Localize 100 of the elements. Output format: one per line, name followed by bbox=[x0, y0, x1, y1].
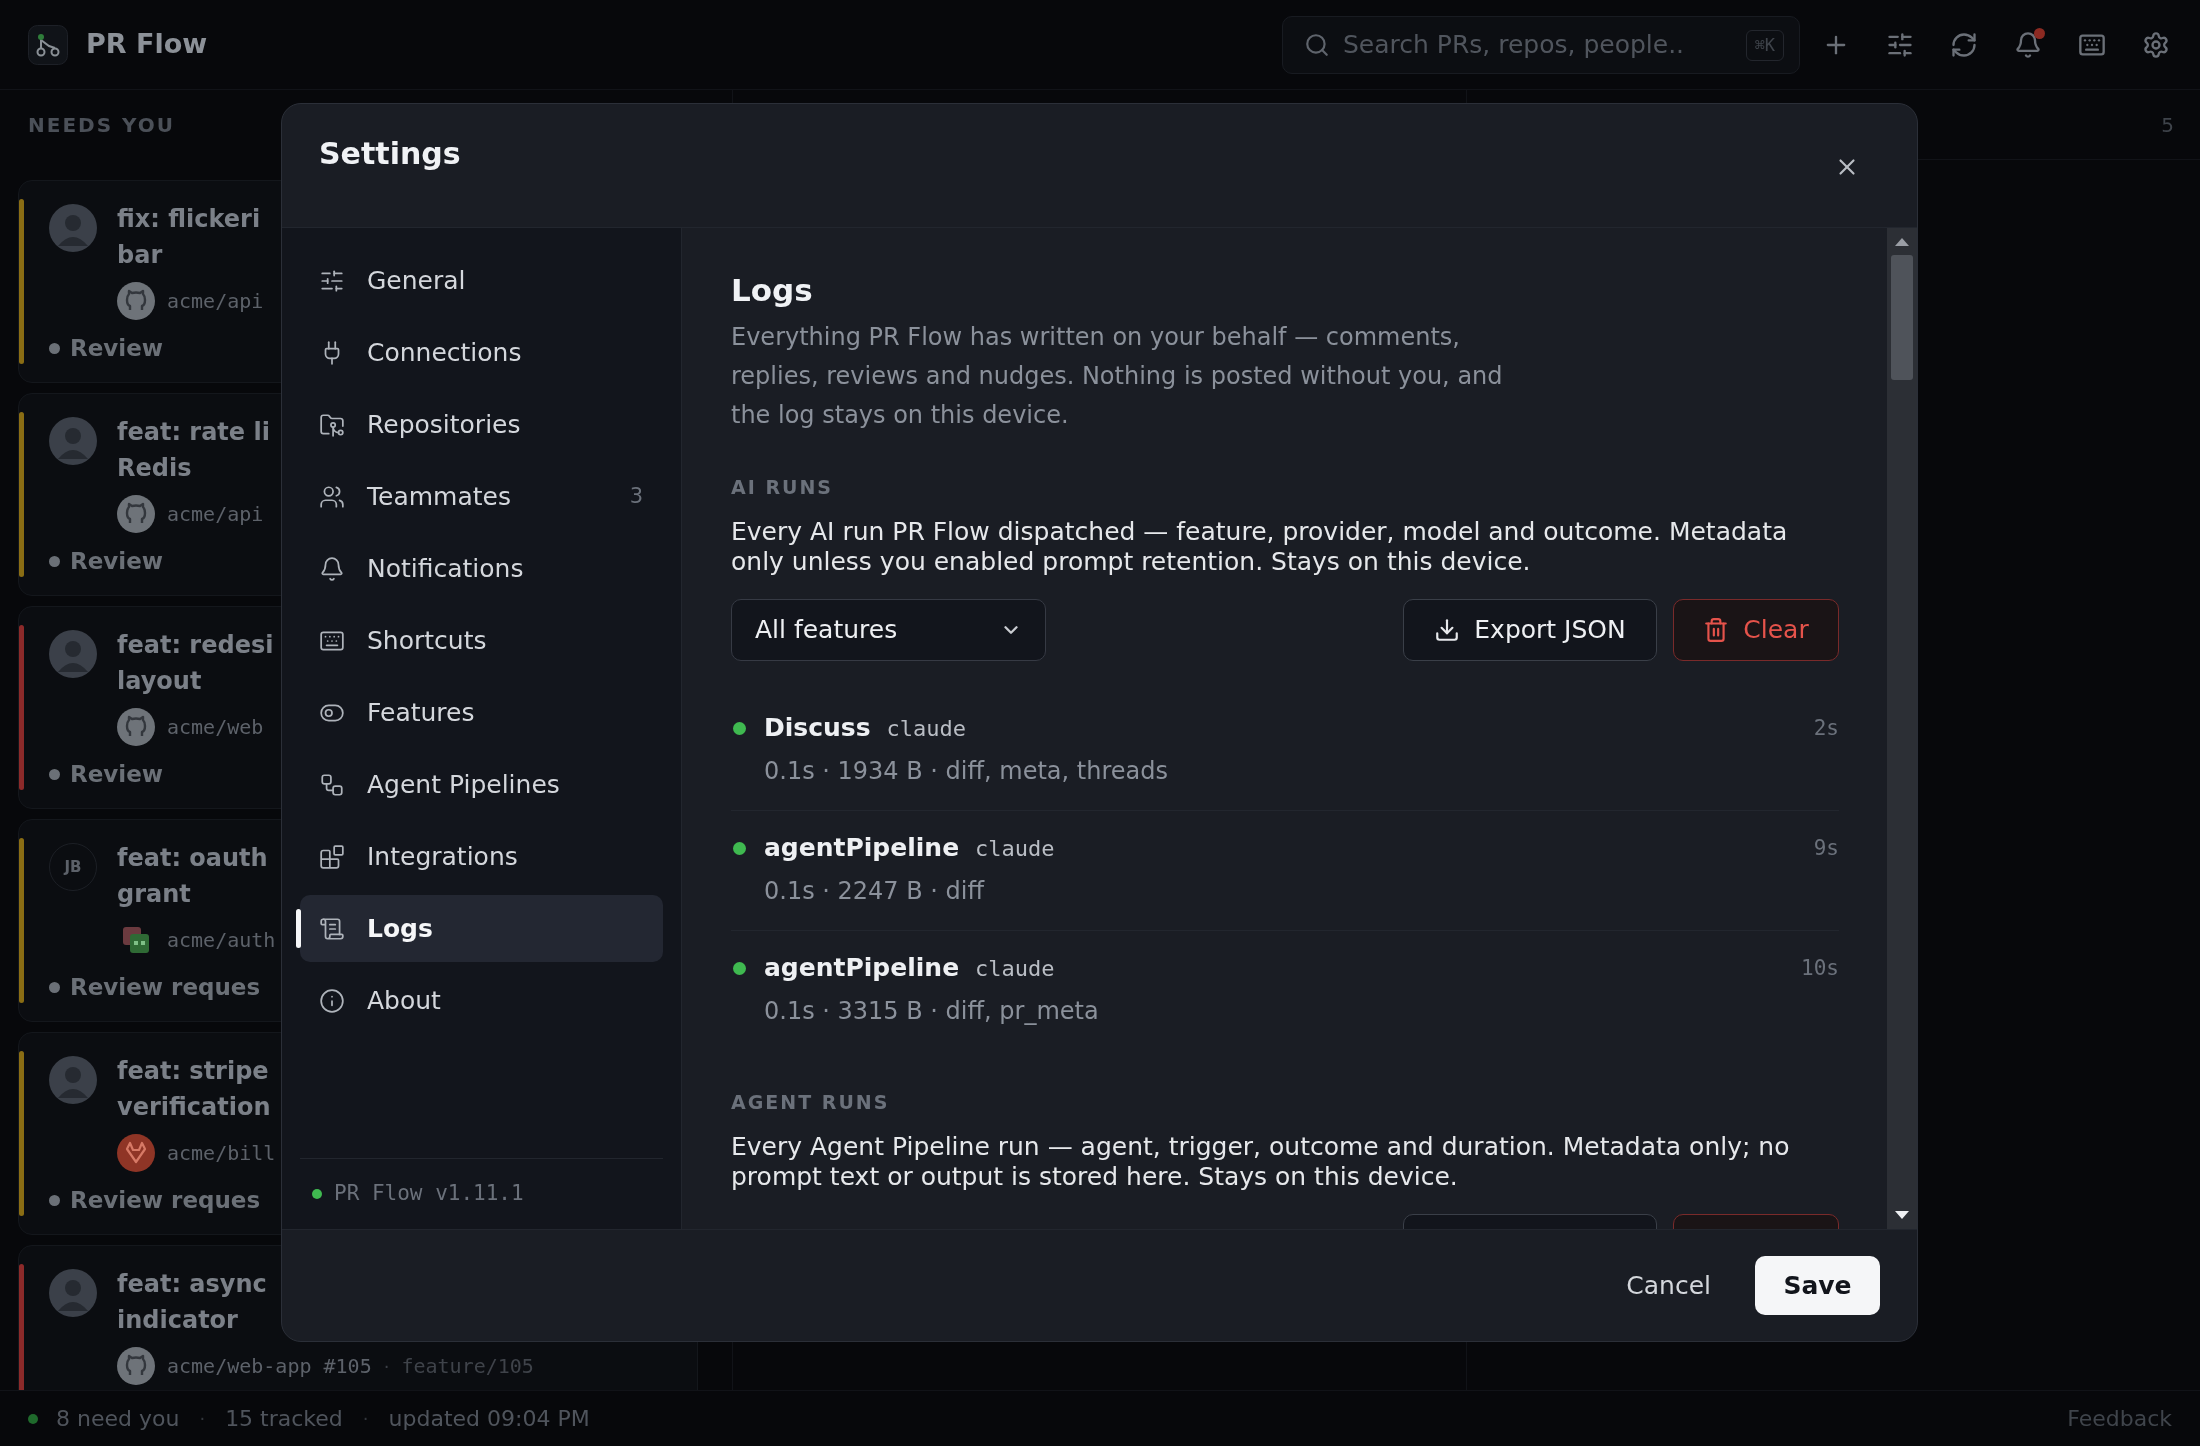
pr-status: Review bbox=[70, 760, 164, 788]
nav-icon bbox=[319, 483, 345, 510]
repo-name: acme/bill bbox=[167, 1140, 276, 1167]
run-age: 10s bbox=[1801, 955, 1839, 982]
pr-title: feat: oauth bbox=[117, 843, 269, 874]
separator: · bbox=[383, 1354, 390, 1379]
pr-status: Review bbox=[70, 334, 164, 362]
column-count: 5 bbox=[2161, 111, 2174, 139]
page-description: Everything PR Flow has written on your behalf — comments, replies, reviews and nudges. Nothing is posted without you, and the log stays on this device. bbox=[731, 322, 1504, 431]
pr-title: feat: redesi bbox=[117, 630, 274, 661]
pr-status: Review bbox=[70, 547, 164, 575]
pr-title: grant bbox=[117, 879, 192, 910]
pr-status: Review reques bbox=[70, 1186, 261, 1214]
section-heading: AI RUNS bbox=[731, 475, 835, 499]
branch-name: feature/105 bbox=[401, 1353, 534, 1380]
dialog-title: Settings bbox=[319, 135, 461, 173]
download-icon bbox=[1434, 617, 1461, 643]
pr-status: Review reques bbox=[70, 973, 261, 1001]
pr-title: indicator bbox=[117, 1305, 239, 1336]
repo-name: acme/api bbox=[167, 288, 264, 315]
nav-item[interactable]: Repositories bbox=[300, 391, 663, 458]
pr-title: bar bbox=[117, 240, 164, 271]
nav-item[interactable]: Agent Pipelines bbox=[300, 751, 663, 818]
search-icon bbox=[1304, 31, 1330, 58]
pr-title: feat: rate li bbox=[117, 417, 270, 448]
column-title: NEEDS YOU bbox=[28, 112, 176, 139]
avatar bbox=[49, 204, 97, 252]
nav-icon bbox=[319, 411, 345, 438]
status-text: 15 tracked bbox=[225, 1405, 343, 1433]
repo-icon bbox=[117, 708, 155, 746]
nav-item[interactable]: General bbox=[300, 247, 663, 314]
repo-name: acme/web bbox=[167, 714, 264, 741]
nav-icon bbox=[319, 771, 345, 798]
nav-item[interactable]: Features bbox=[300, 679, 663, 746]
section-heading: AGENT RUNS bbox=[731, 1090, 891, 1114]
nav-item[interactable]: Connections bbox=[300, 319, 663, 386]
run-name: agentPipeline bbox=[764, 832, 960, 865]
separator: · bbox=[199, 1407, 206, 1431]
repo-icon bbox=[117, 1347, 155, 1385]
feature-filter[interactable]: All features bbox=[731, 599, 1046, 661]
logo-icon bbox=[28, 24, 68, 65]
pr-title: feat: stripe bbox=[117, 1056, 270, 1087]
pr-title: verification bbox=[117, 1092, 272, 1123]
save-button[interactable]: Save bbox=[1755, 1256, 1880, 1315]
nav-item[interactable]: About bbox=[300, 967, 663, 1034]
nav-icon bbox=[319, 843, 345, 870]
avatar bbox=[49, 1056, 97, 1104]
app-name: PR Flow bbox=[86, 27, 208, 62]
run-name: Discuss bbox=[764, 712, 871, 745]
repo-icon bbox=[117, 282, 155, 320]
trash-icon bbox=[1703, 617, 1730, 643]
bell-icon[interactable] bbox=[2014, 30, 2042, 59]
run-age: 9s bbox=[1813, 835, 1839, 862]
settings-icon[interactable] bbox=[2142, 30, 2170, 59]
version-text: PR Flow v1.11.1 bbox=[334, 1179, 524, 1207]
clear-button[interactable]: Clear bbox=[1673, 599, 1839, 661]
pr-title: Redis bbox=[117, 453, 193, 484]
nav-icon bbox=[319, 915, 345, 942]
filter-icon[interactable] bbox=[1886, 30, 1914, 59]
avatar bbox=[49, 630, 97, 678]
scroll-down-icon[interactable] bbox=[1895, 1211, 1909, 1219]
page-title: Logs bbox=[731, 271, 814, 310]
nav-item[interactable]: Shortcuts bbox=[300, 607, 663, 674]
selection-indicator bbox=[296, 909, 301, 948]
pr-title: layout bbox=[117, 666, 203, 697]
repo-name: acme/web-app #105 bbox=[167, 1353, 372, 1380]
run-provider: claude bbox=[886, 714, 967, 743]
scroll-up-icon[interactable] bbox=[1895, 238, 1909, 246]
nav-item[interactable]: Integrations bbox=[300, 823, 663, 890]
run-details: 0.1s · 2247 B · diff bbox=[764, 876, 986, 906]
nav-icon bbox=[319, 555, 345, 582]
separator: · bbox=[362, 1407, 369, 1431]
avatar bbox=[49, 417, 97, 465]
repo-icon bbox=[117, 1134, 155, 1172]
cancel-button[interactable]: Cancel bbox=[1622, 1266, 1715, 1305]
status-text: 8 need you bbox=[56, 1405, 180, 1433]
repo-name: acme/auth bbox=[167, 927, 276, 954]
repo-icon bbox=[117, 495, 155, 533]
nav-item[interactable]: Teammates 3 bbox=[300, 463, 663, 530]
run-name: agentPipeline bbox=[764, 952, 960, 985]
status-text: updated 09:04 PM bbox=[388, 1405, 590, 1433]
nav-icon bbox=[319, 987, 345, 1014]
pr-title: fix: flickeri bbox=[117, 204, 262, 235]
repo-name: acme/api bbox=[167, 501, 264, 528]
scrollbar[interactable] bbox=[1887, 228, 1917, 1229]
nav-item[interactable]: Notifications bbox=[300, 535, 663, 602]
refresh-icon[interactable] bbox=[1950, 30, 1978, 59]
pr-title: feat: async bbox=[117, 1269, 268, 1300]
export-button[interactable]: Export JSON bbox=[1403, 599, 1657, 661]
run-details: 0.1s · 3315 B · diff, pr_meta bbox=[764, 996, 1099, 1026]
avatar bbox=[49, 1269, 97, 1317]
nav-icon bbox=[319, 267, 345, 294]
run-details: 0.1s · 1934 B · diff, meta, threads bbox=[764, 756, 1168, 786]
run-age: 2s bbox=[1813, 715, 1839, 742]
run-provider: claude bbox=[975, 834, 1055, 863]
scrollbar-thumb[interactable] bbox=[1891, 255, 1913, 380]
section-description: Every Agent Pipeline run — agent, trigger, outcome and duration. Metadata only; no prompt text or output is stored here. Stays on this device. bbox=[731, 1132, 1791, 1192]
run-provider: claude bbox=[975, 954, 1055, 983]
shortcut-hint: ⌘K bbox=[1745, 29, 1784, 61]
section-description: Every AI run PR Flow dispatched — feature, provider, model and outcome. Metadata only unless you enabled prompt retention. Stays on this device. bbox=[731, 517, 1789, 577]
